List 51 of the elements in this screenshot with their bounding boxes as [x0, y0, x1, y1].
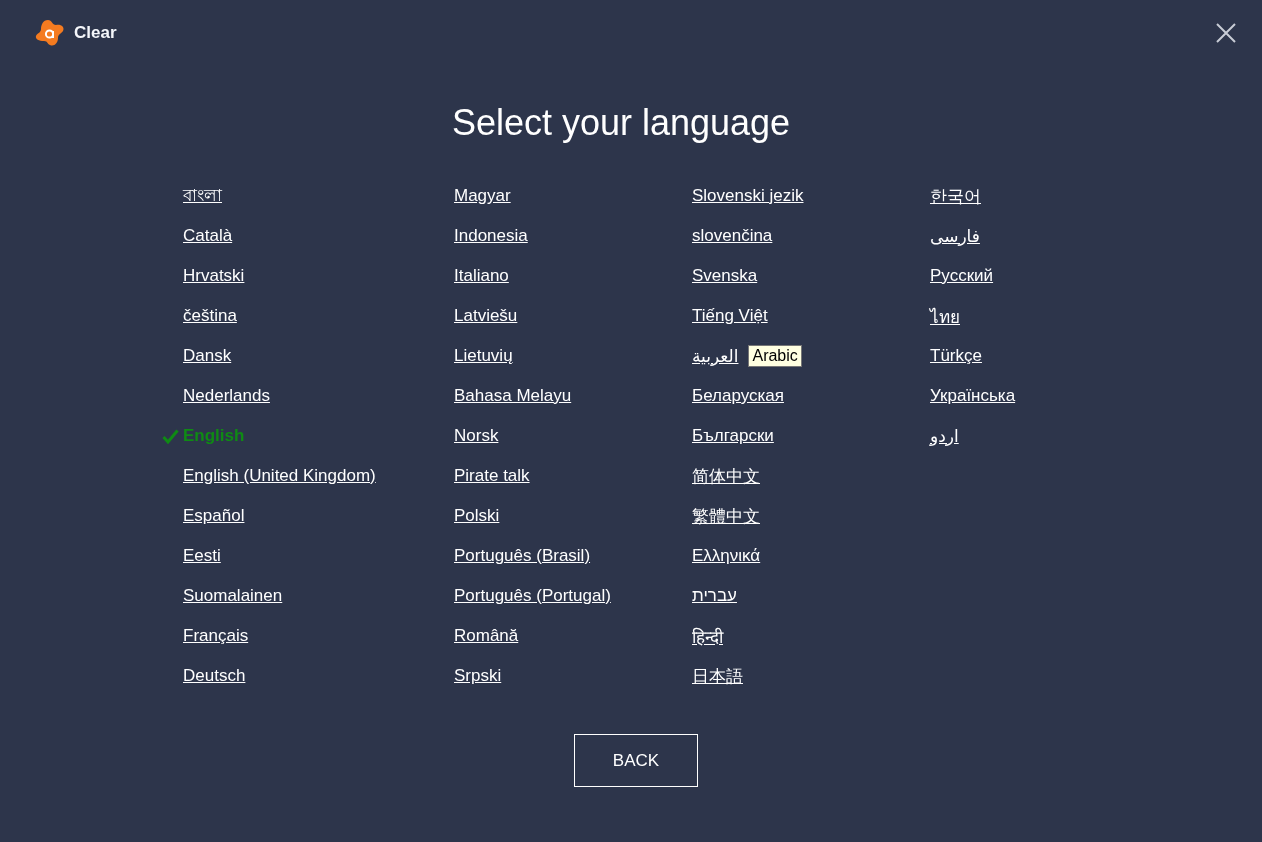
close-button[interactable] [1214, 21, 1238, 45]
language-link[interactable]: Svenska [692, 266, 758, 286]
language-link[interactable]: Pirate talk [454, 466, 530, 486]
language-link[interactable]: slovenčina [692, 226, 773, 246]
app-name: Clear [74, 23, 117, 43]
language-link[interactable]: Lietuvių [454, 346, 513, 366]
language-link[interactable]: Italiano [454, 266, 509, 286]
language-link[interactable]: Polski [454, 506, 500, 526]
language-link[interactable]: Deutsch [183, 666, 246, 686]
language-link[interactable]: Dansk [183, 346, 232, 366]
language-link[interactable]: हिन्दी [692, 624, 723, 648]
back-button[interactable]: BACK [574, 734, 698, 787]
language-link[interactable]: Português (Portugal) [454, 586, 611, 606]
language-link[interactable]: Srpski [454, 666, 502, 686]
language-link[interactable]: Català [183, 226, 233, 246]
page-title: Select your language [450, 102, 792, 144]
logo-icon [34, 18, 66, 48]
language-link[interactable]: עברית [692, 586, 737, 606]
language-link[interactable]: English (United Kingdom) [183, 466, 376, 486]
language-link[interactable]: বাংলা [183, 182, 222, 210]
language-link[interactable]: فارسی [930, 225, 980, 247]
language-link[interactable]: Ελληνικά [692, 546, 761, 566]
language-link[interactable]: Indonesia [454, 226, 528, 246]
language-link[interactable]: 한국어 [930, 184, 981, 208]
language-link[interactable]: Nederlands [183, 386, 270, 406]
language-link[interactable]: Română [454, 626, 519, 646]
language-link[interactable]: Português (Brasil) [454, 546, 591, 566]
language-link[interactable]: Български [692, 426, 774, 446]
language-link[interactable]: Bahasa Melayu [454, 386, 572, 406]
language-link[interactable]: Magyar [454, 186, 511, 206]
language-link[interactable]: 日本語 [692, 664, 743, 688]
language-link[interactable]: ไทย [930, 302, 960, 330]
language-link[interactable]: Tiếng Việt [692, 306, 768, 326]
language-link[interactable]: Español [183, 506, 245, 526]
language-link[interactable]: čeština [183, 306, 237, 326]
language-link[interactable]: Беларуская [692, 386, 784, 406]
language-link[interactable]: Türkçe [930, 346, 982, 366]
language-link[interactable]: Français [183, 626, 249, 646]
language-link[interactable]: Slovenski jezik [692, 186, 804, 206]
language-link[interactable]: Русский [930, 266, 994, 286]
language-link[interactable]: Norsk [454, 426, 499, 446]
language-link[interactable]: 繁體中文 [692, 504, 760, 528]
language-link[interactable]: Hrvatski [183, 266, 245, 286]
language-link[interactable]: اردو [930, 425, 959, 447]
language-link[interactable]: Latviešu [454, 306, 518, 326]
language-link[interactable]: Suomalainen [183, 586, 283, 606]
language-link[interactable]: Eesti [183, 546, 221, 566]
language-link[interactable]: 简体中文 [692, 464, 760, 488]
language-link[interactable]: العربية [692, 345, 739, 367]
language-link[interactable]: Українська [930, 386, 1016, 406]
tooltip: Arabic [748, 345, 802, 367]
